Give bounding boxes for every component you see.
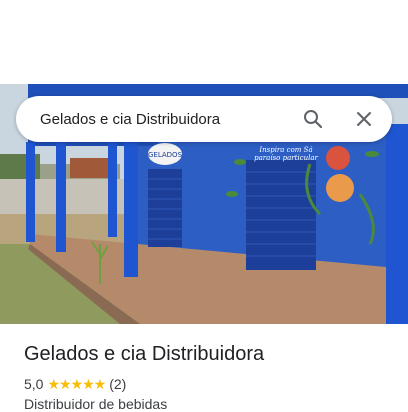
rating-row: 5,0 ★★★★★ (2) — [24, 374, 392, 394]
place-category: Distribuidor de bebidas — [24, 396, 168, 412]
review-count-link[interactable]: (2) — [109, 376, 126, 392]
search-icon — [304, 110, 323, 129]
shop-sign-text: GELADOS — [148, 151, 183, 159]
rating-value: 5,0 — [24, 376, 44, 392]
place-info: Gelados e cia Distribuidora 5,0 ★★★★★ (2… — [24, 340, 392, 412]
search-button[interactable] — [293, 99, 333, 139]
close-button[interactable] — [344, 99, 384, 139]
place-title: Gelados e cia Distribuidora — [24, 343, 265, 365]
search-input[interactable]: Gelados e cia Distribuidora — [40, 111, 293, 128]
mural-text-line2: paraíso particular — [254, 154, 318, 162]
close-icon — [357, 112, 371, 126]
search-bar[interactable]: Gelados e cia Distribuidora — [16, 96, 392, 142]
mural-text-line1: Inspira com Sá — [258, 146, 312, 154]
star-rating-icon: ★★★★★ — [47, 375, 106, 392]
